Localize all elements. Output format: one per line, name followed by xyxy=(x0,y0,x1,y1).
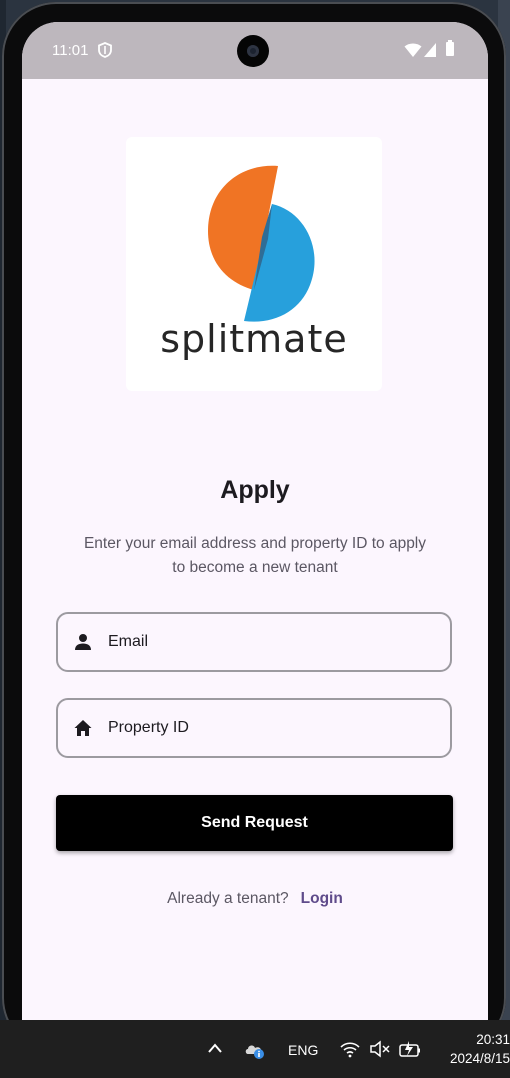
logo-wordmark: splitmate xyxy=(160,317,348,361)
home-icon xyxy=(74,720,92,736)
app-screen: 11:01 splitmate Apply Enter your email a… xyxy=(22,22,488,1032)
page-title: Apply xyxy=(220,476,290,504)
language-indicator[interactable]: ENG xyxy=(288,1042,318,1058)
wifi-icon xyxy=(404,43,422,57)
status-bar: 11:01 xyxy=(22,22,488,79)
taskbar-date: 2024/8/15 xyxy=(449,1051,510,1066)
login-prompt: Already a tenant? Login xyxy=(22,890,488,908)
camera-cutout xyxy=(237,35,269,67)
phone-frame: 11:01 splitmate Apply Enter your email a… xyxy=(2,2,506,1052)
chevron-up-icon[interactable] xyxy=(207,1042,223,1054)
property-id-input[interactable] xyxy=(108,712,438,744)
app-logo: splitmate xyxy=(126,137,382,391)
volume-muted-icon[interactable] xyxy=(369,1040,391,1058)
send-request-button[interactable]: Send Request xyxy=(56,795,453,851)
email-input[interactable] xyxy=(108,626,438,658)
battery-icon xyxy=(446,40,454,56)
battery-charging-icon[interactable] xyxy=(399,1039,421,1059)
windows-taskbar: ENG 20:31 2024/8/15 xyxy=(0,1020,510,1078)
login-link[interactable]: Login xyxy=(301,890,343,907)
already-tenant-text: Already a tenant? xyxy=(167,890,289,907)
cell-signal-icon xyxy=(424,43,436,57)
taskbar-clock[interactable]: 20:31 2024/8/15 xyxy=(440,1030,510,1068)
onedrive-icon[interactable] xyxy=(244,1040,266,1060)
shield-icon xyxy=(98,42,112,58)
person-icon xyxy=(75,634,91,650)
property-id-field[interactable] xyxy=(56,698,452,758)
splitmate-logo-icon xyxy=(208,165,315,322)
page-subtitle: Enter your email address and property ID… xyxy=(83,535,427,576)
email-field[interactable] xyxy=(56,612,452,672)
taskbar-time: 20:31 xyxy=(476,1032,510,1047)
wifi-icon[interactable] xyxy=(339,1039,361,1059)
status-time: 11:01 xyxy=(52,42,89,59)
